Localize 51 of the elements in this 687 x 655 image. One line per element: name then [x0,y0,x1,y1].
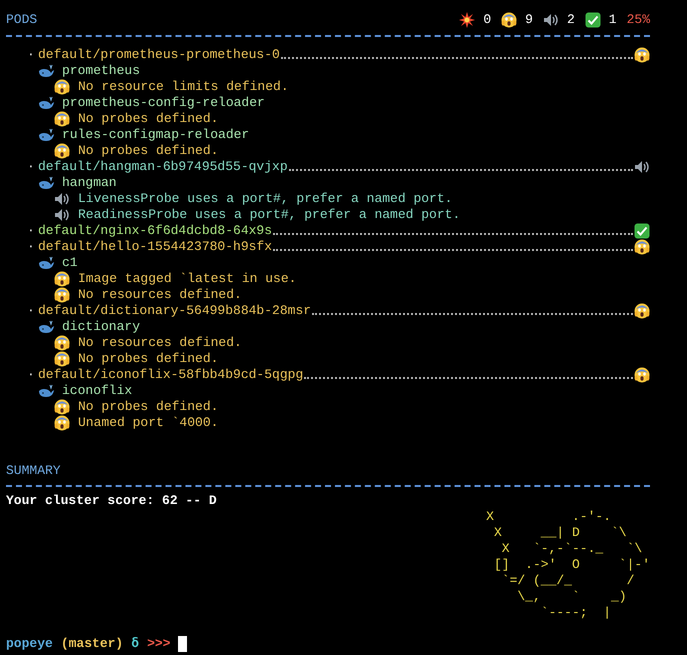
pod-name: default/hangman-6b97495d55-qvjxp [38,159,288,175]
whale-icon [38,319,54,335]
ascii-art-logo: X .-'-. X __| D `\ X `-,-`--._ `\ [] .->' O `|-' `=/ (__/_ / \_, ` _) `----; | [486,509,650,621]
issue-text: No probes defined. [78,399,218,415]
pod-name: default/hello-1554423780-h9sfx [38,239,272,255]
issue-text: Unamed port `4000. [78,415,218,431]
container-name: c1 [62,255,78,271]
bullet: · [27,239,36,255]
bullet: · [27,223,36,239]
bullet: · [27,367,36,383]
bullet: · [27,303,36,319]
whale-icon [38,255,54,271]
issue-text: No resources defined. [78,335,242,351]
prompt-arrows: >>> [147,636,170,652]
container-name: hangman [62,175,117,191]
bullet: · [27,47,36,63]
tally-count: 2 [566,12,575,28]
pod-name: default/dictionary-56499b884b-28msr [38,303,312,319]
whale-icon [38,127,54,143]
score-percent: 25% [626,12,650,28]
whale-icon [38,383,54,399]
container-name: rules-configmap-reloader [62,127,250,143]
container-name: prometheus [62,63,140,79]
issue-text: No probes defined. [78,143,218,159]
issue-text: No probes defined. [78,351,218,367]
prompt-branch: (master) [60,636,124,652]
whale-icon [38,175,54,191]
container-name: dictionary [62,319,140,335]
container-name: iconoflix [62,383,132,399]
prompt-directory: popeye [6,636,53,652]
pod-name: default/prometheus-prometheus-0 [38,47,280,63]
whale-icon [38,95,54,111]
issue-text: No probes defined. [78,111,218,127]
whale-icon [38,63,54,79]
section-title: SUMMARY [6,463,62,479]
issue-text: Image tagged `latest in use. [78,271,296,287]
tally-count: 9 [525,12,533,28]
pod-name: default/nginx-6f6d4dcbd8-64x9s [38,223,272,239]
tally-count: 0 [483,12,492,28]
bullet: · [27,159,36,175]
pod-name: default/iconoflix-58fbb4b9cd-5qgpg [38,367,304,383]
issue-text: No resource limits defined. [78,79,289,95]
score-line: Your cluster score: 62 -- D [6,493,218,509]
issue-text: ReadinessProbe uses a port#, prefer a named port. [78,207,460,223]
prompt-symbol: δ [131,636,140,652]
cursor [178,636,188,652]
issue-text: No resources defined. [78,287,242,303]
tally-count: 1 [608,12,617,28]
section-title: PODS [6,12,38,28]
issue-text: LivenessProbe uses a port#, prefer a named port. [78,191,452,207]
container-name: prometheus-config-reloader [62,95,265,111]
